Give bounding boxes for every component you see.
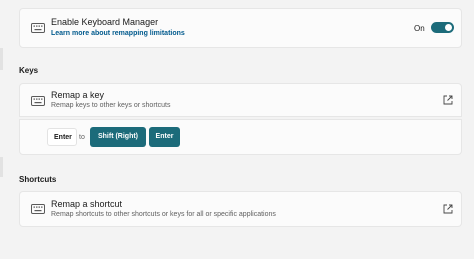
open-external-icon[interactable] (443, 204, 453, 214)
scroll-marker (0, 48, 3, 70)
enable-keyboard-manager-title: Enable Keyboard Manager (51, 17, 159, 27)
target-key-chip: Enter (149, 127, 180, 147)
keyboard-icon (31, 96, 45, 106)
keyboard-icon (31, 23, 45, 33)
shortcuts-section-heading: Shortcuts (19, 175, 57, 184)
enable-keyboard-manager-toggle[interactable] (431, 22, 454, 33)
scroll-marker (0, 157, 3, 177)
remap-a-shortcut-description: Remap shortcuts to other shortcuts or ke… (51, 211, 276, 218)
remapping-limitations-link[interactable]: Learn more about remapping limitations (51, 30, 185, 37)
toggle-knob (445, 24, 452, 31)
source-key-chip: Enter (47, 128, 77, 146)
key-mapping-row: Enter to Shift (Right) Enter (19, 119, 462, 155)
remap-a-shortcut-card[interactable]: Remap a shortcut Remap shortcuts to othe… (19, 191, 462, 227)
target-key-chip: Shift (Right) (90, 127, 146, 147)
mapping-to-label: to (79, 134, 85, 141)
toggle-state-label: On (414, 24, 425, 33)
enable-keyboard-manager-card: Enable Keyboard Manager Learn more about… (19, 8, 462, 48)
remap-a-key-card[interactable]: Remap a key Remap keys to other keys or … (19, 83, 462, 117)
keys-section-heading: Keys (19, 66, 39, 75)
remap-a-shortcut-title: Remap a shortcut (51, 199, 123, 209)
remap-a-key-title: Remap a key (51, 90, 105, 100)
remap-a-key-description: Remap keys to other keys or shortcuts (51, 102, 171, 109)
keyboard-icon (31, 204, 45, 214)
open-external-icon[interactable] (443, 95, 453, 105)
